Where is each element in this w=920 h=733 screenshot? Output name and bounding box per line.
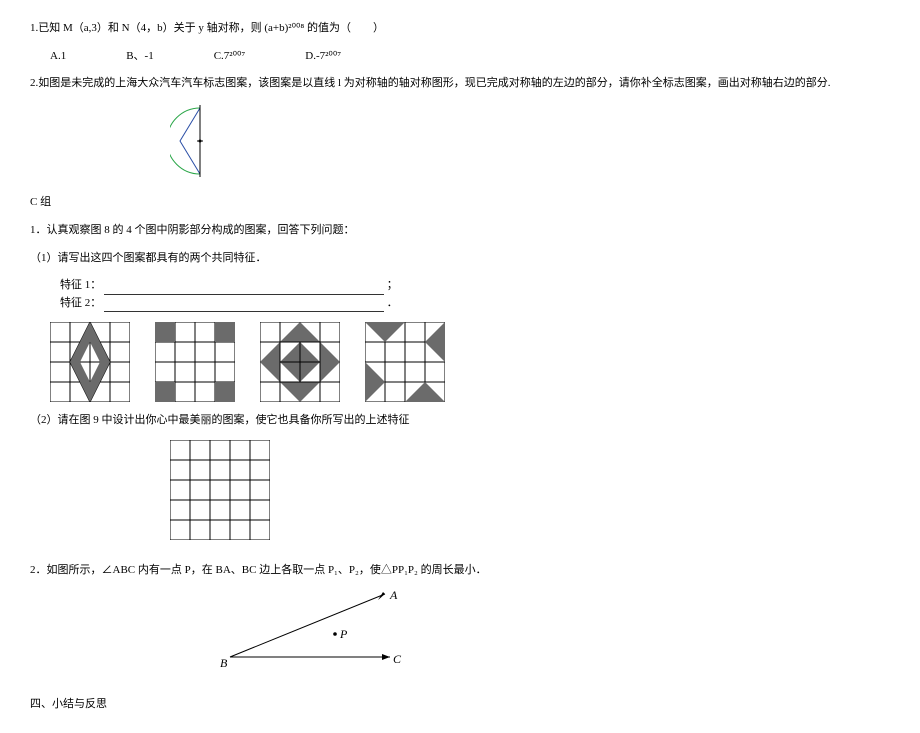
empty-grid (170, 440, 890, 547)
feat2-label: 特征 2： (60, 297, 101, 309)
opt-c: C.7²⁰⁰⁷ (214, 48, 246, 66)
c-q1-text: 1．认真观察图 8 的 4 个图中阴影部分构成的图案，回答下列问题： (30, 222, 890, 240)
group-c-title: C 组 (30, 194, 890, 212)
opt-a: A.1 (50, 48, 66, 66)
opt-b: B、-1 (126, 48, 154, 66)
c-q1-sub1: （1）请写出这四个图案都具有的两个共同特征． (30, 250, 890, 268)
q1-text: 1.已知 M（a,3）和 N（4，b）关于 y 轴对称，则 (a+b)²⁰⁰⁸ … (30, 22, 384, 34)
feat2-suffix: ． (387, 297, 398, 309)
angle-figure: A B C P (210, 589, 890, 676)
q1-options: A.1 B、-1 C.7²⁰⁰⁷ D.-7²⁰⁰⁷ (50, 48, 890, 66)
pattern-4 (365, 322, 445, 402)
pattern-row (50, 322, 890, 402)
label-b: B (220, 656, 228, 669)
c-q2-text: 2．如图所示，∠ABC 内有一点 P，在 BA、BC 边上各取一点 P₁、P₂，… (30, 562, 890, 580)
pattern-3 (260, 322, 340, 402)
feature-1-row: 特征 1： ； (60, 277, 890, 295)
label-a: A (389, 589, 398, 602)
label-c: C (393, 652, 402, 666)
section-4-title: 四、小结与反思 (30, 696, 890, 714)
q2-text: 2.如图是未完成的上海大众汽车汽车标志图案，该图案是以直线 l 为对称轴的轴对称… (30, 77, 831, 89)
logo-figure (170, 103, 890, 185)
feat2-blank (104, 311, 384, 312)
label-p: P (339, 627, 348, 641)
opt-d: D.-7²⁰⁰⁷ (305, 48, 341, 66)
feature-2-row: 特征 2： ． (60, 295, 890, 313)
pattern-1 (50, 322, 130, 402)
pattern-2 (155, 322, 235, 402)
feat1-suffix: ； (387, 279, 398, 291)
c-q1-sub2: （2）请在图 9 中设计出你心中最美丽的图案，使它也具备你所写出的上述特征 (30, 412, 890, 430)
feat1-label: 特征 1： (60, 279, 101, 291)
